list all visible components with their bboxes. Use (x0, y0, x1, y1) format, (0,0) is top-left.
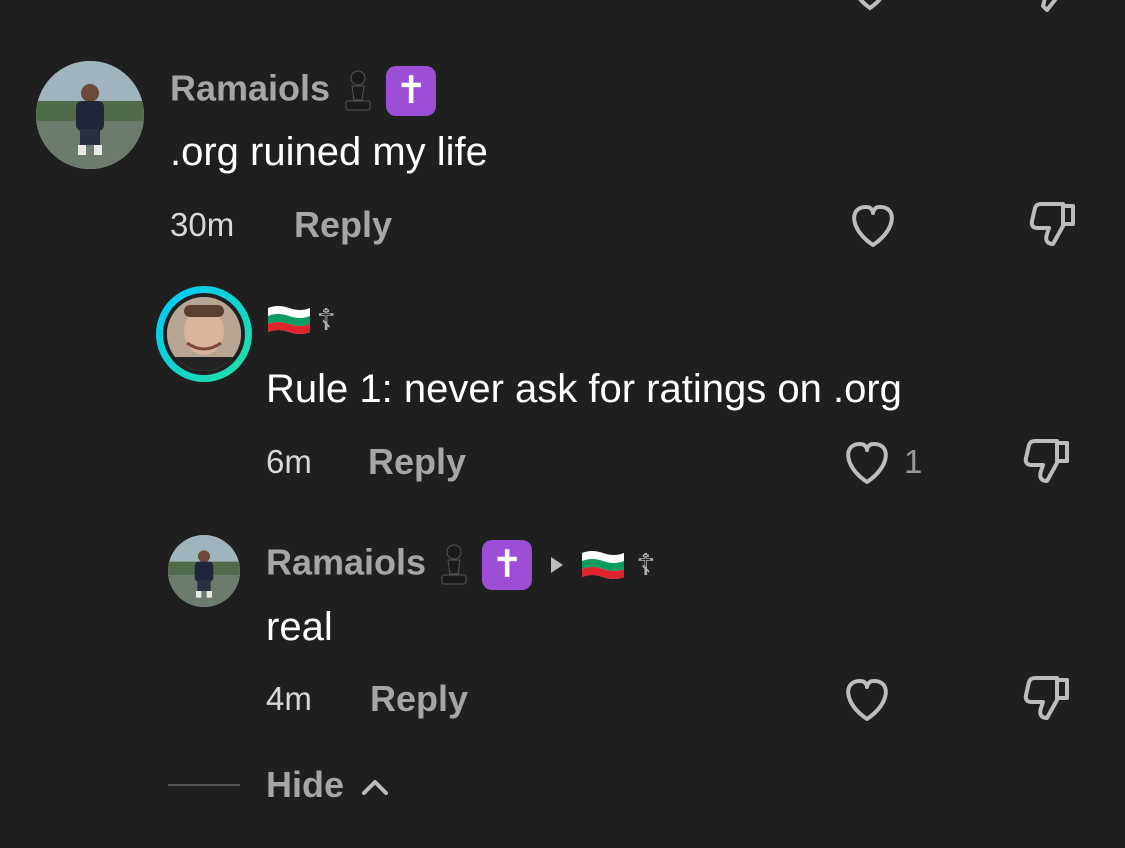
reply-arrow-icon (551, 557, 564, 573)
bulgaria-flag-icon[interactable] (266, 302, 312, 338)
comment-author-row: Ramaiols ✝ ☦ (266, 540, 656, 590)
orthodox-cross-icon: ☦ (636, 547, 656, 583)
bulgaria-flag-icon[interactable] (580, 547, 626, 583)
avatar[interactable] (168, 535, 240, 607)
comment-text: real (266, 605, 333, 649)
comment-text: .org ruined my life (170, 130, 488, 174)
comment-author-row: Ramaiols ✝ (170, 66, 437, 116)
comment-author[interactable]: Ramaiols (266, 542, 426, 583)
avatar-photo (168, 535, 240, 607)
avatar-photo (167, 297, 241, 371)
chess-pawn-icon (345, 70, 371, 111)
avatar[interactable] (36, 61, 144, 169)
dislike-icon[interactable] (1021, 437, 1073, 487)
comment-time: 4m (266, 680, 312, 717)
comment-time: 30m (170, 206, 235, 243)
comment-time: 6m (266, 443, 312, 480)
reply-button[interactable]: Reply (368, 441, 466, 483)
reply-button[interactable]: Reply (294, 204, 392, 246)
cross-badge-icon: ✝ (386, 66, 437, 116)
hide-label: Hide (266, 764, 345, 805)
divider (168, 784, 240, 786)
heart-icon[interactable] (841, 439, 893, 487)
comment-author[interactable]: Ramaiols (170, 68, 330, 109)
story-ring[interactable] (156, 286, 252, 382)
like-count: 1 (904, 443, 923, 480)
hide-replies-button[interactable]: Hide (266, 764, 390, 806)
dislike-icon[interactable] (1027, 200, 1079, 250)
dislike-icon[interactable] (1025, 0, 1075, 14)
heart-icon[interactable] (841, 676, 893, 724)
chevron-up-icon (362, 780, 389, 796)
reply-button[interactable]: Reply (370, 678, 468, 720)
comment-author-row: ☦ (266, 302, 336, 338)
cross-badge-icon: ✝ (482, 540, 533, 590)
avatar (167, 297, 241, 371)
chess-pawn-icon (441, 544, 467, 585)
dislike-icon[interactable] (1021, 674, 1073, 724)
avatar-photo (36, 61, 144, 169)
orthodox-cross-icon: ☦ (316, 302, 336, 338)
heart-icon[interactable] (847, 202, 899, 250)
comment-text: Rule 1: never ask for ratings on .org (266, 367, 902, 411)
heart-icon[interactable] (845, 0, 895, 12)
